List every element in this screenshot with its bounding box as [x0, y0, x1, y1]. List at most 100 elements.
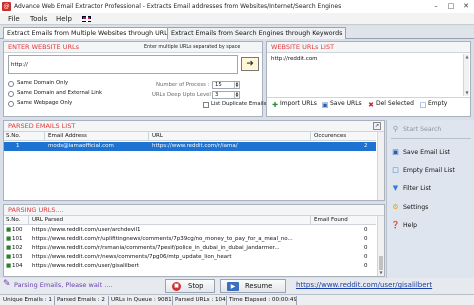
- app-icon: @: [2, 2, 11, 11]
- urls-listbox[interactable]: http://reddit.com: [269, 54, 462, 96]
- scroll-down-icon[interactable]: ▼: [378, 270, 384, 276]
- radio-same-webpage[interactable]: [8, 101, 14, 107]
- row-sno: 101: [12, 236, 23, 242]
- current-url-link[interactable]: https://www.reddit.com/user/gisalilbert: [296, 281, 432, 289]
- col-sno[interactable]: S.No.: [6, 216, 20, 224]
- table-row[interactable]: ■ 103 https://www.reddit.com/r/news/comm…: [4, 253, 376, 262]
- row-found: 0: [364, 254, 368, 260]
- list-item[interactable]: http://reddit.com: [271, 55, 318, 63]
- row-found: 0: [364, 227, 368, 233]
- settings-button[interactable]: ⚙ Settings: [389, 200, 473, 215]
- process-label: Number of Process :: [156, 82, 210, 88]
- minimize-icon[interactable]: –: [430, 1, 442, 11]
- window-title: Advance Web Email Extractor Professional…: [14, 3, 342, 10]
- spinner-arrows-icon[interactable]: ▲ ▼: [234, 91, 239, 98]
- row-sno: 1: [16, 143, 20, 149]
- help-icon: ❓: [391, 221, 400, 229]
- scroll-up-icon[interactable]: ▲: [464, 54, 470, 60]
- action-sidebar: ⚲ Start Search ▣ Save Email List □ Empty…: [386, 120, 474, 292]
- radio-same-domain-external[interactable]: [8, 91, 14, 97]
- row-found: 0: [364, 245, 368, 251]
- spinner-arrows-icon[interactable]: ▲ ▼: [234, 81, 239, 88]
- table-row[interactable]: ■ 101 https://www.reddit.com/r/uplifitin…: [4, 235, 376, 244]
- row-status-icon: ■: [6, 236, 12, 242]
- empty-icon: □: [419, 101, 427, 109]
- table-row[interactable]: ■ 102 https://www.reddit.com/r/rsmania/c…: [4, 244, 376, 253]
- row-url: https://www.reddit.com/user/gisalilbert: [32, 263, 139, 269]
- scroll-down-icon[interactable]: ▼: [464, 90, 470, 96]
- col-url-parsed[interactable]: URL Parsed: [32, 216, 63, 224]
- empty-email-list-button[interactable]: □ Empty Email List: [389, 163, 473, 178]
- parsing-urls-scrollbar[interactable]: ▼: [377, 216, 384, 276]
- arrow-right-icon[interactable]: ➜: [241, 57, 259, 71]
- col-occurences[interactable]: Occurences: [314, 132, 346, 140]
- urls-list-panel: WEBSITE URLs LIST http://reddit.com ▲ ▼ …: [266, 41, 471, 117]
- search-icon: ⚲: [392, 125, 399, 133]
- list-duplicate-checkbox[interactable]: [203, 102, 209, 108]
- table-row[interactable]: 1 mods@iamaofficial.com https://www.redd…: [4, 142, 376, 151]
- table-row[interactable]: ■ 100 https://www.reddit.com/user/archde…: [4, 226, 376, 235]
- delete-icon: ✖: [368, 101, 374, 109]
- row-sno: 104: [12, 263, 23, 269]
- col-sno[interactable]: S.No.: [6, 132, 20, 140]
- stop-button[interactable]: ■ Stop: [165, 279, 215, 293]
- col-separator: [310, 132, 311, 141]
- col-url[interactable]: URL: [152, 132, 163, 140]
- menu-tools[interactable]: Tools: [30, 14, 47, 24]
- resume-button[interactable]: ▶ Resume: [220, 279, 286, 293]
- uk-flag-icon[interactable]: [82, 16, 91, 22]
- divider: [391, 138, 471, 139]
- process-value: 15: [215, 82, 222, 88]
- maximize-icon[interactable]: □: [445, 1, 457, 11]
- save-email-list-button[interactable]: ▣ Save Email List: [389, 145, 473, 160]
- col-email-found[interactable]: Email Found: [314, 216, 348, 224]
- row-status-icon: ■: [6, 245, 12, 251]
- import-urls-button[interactable]: ✚ Import URLs: [271, 100, 317, 109]
- status-separator: [172, 296, 173, 305]
- menu-help[interactable]: Help: [56, 14, 72, 24]
- empty-urls-button[interactable]: □ Empty: [419, 100, 448, 109]
- row-sno: 100: [12, 227, 23, 233]
- row-sno: 103: [12, 254, 23, 260]
- row-url: https://www.reddit.com/r/uplifitingnews/…: [32, 236, 293, 242]
- menu-file[interactable]: File: [8, 14, 20, 24]
- status-separator: [226, 296, 227, 305]
- col-email[interactable]: Email Address: [48, 132, 87, 140]
- row-found: 0: [364, 263, 368, 269]
- scroll-thumb[interactable]: [379, 256, 383, 270]
- start-search-button[interactable]: ⚲ Start Search: [389, 122, 473, 137]
- pen-icon: ✎: [3, 279, 11, 289]
- parsed-urls-count: Parsed URLs : 104: [175, 297, 226, 303]
- row-count: 2: [364, 143, 368, 149]
- del-selected-button[interactable]: ✖ Del Selected: [367, 100, 414, 109]
- table-row[interactable]: ■ 104 https://www.reddit.com/user/gisali…: [4, 262, 376, 271]
- status-bar: Unique Emails : 1 Parsed Emails : 2 URLs…: [0, 294, 474, 305]
- unique-emails-count: Unique Emails : 1: [3, 297, 52, 303]
- process-spinner[interactable]: 15 ▲ ▼: [212, 81, 240, 89]
- gear-icon: ⚙: [392, 203, 399, 211]
- filter-list-button[interactable]: ▼ Filter List: [389, 181, 473, 196]
- row-url: https://www.reddit.com/user/archdevil1: [32, 227, 141, 233]
- col-separator: [148, 132, 149, 141]
- depth-label: URLs Deep Upto Level :: [152, 92, 215, 98]
- tab-search-engines[interactable]: Extract Emails from Search Engines throu…: [167, 27, 347, 39]
- tab-websites[interactable]: Extract Emails from Multiple Websites th…: [3, 27, 175, 39]
- col-separator: [310, 216, 311, 225]
- import-icon: ✚: [272, 101, 278, 109]
- parsed-emails-scrollbar[interactable]: [377, 132, 384, 200]
- parsed-emails-panel: PARSED EMAILS LIST ↗ S.No. Email Address…: [3, 120, 385, 201]
- url-input[interactable]: [8, 55, 238, 74]
- parsed-emails-header: PARSED EMAILS LIST: [4, 121, 384, 132]
- export-icon[interactable]: ↗: [373, 122, 381, 130]
- help-button[interactable]: ❓ Help: [389, 218, 473, 233]
- status-message: Parsing Emails, Please wait ....: [14, 281, 113, 289]
- save-urls-button[interactable]: ▣ Save URLs: [321, 100, 362, 109]
- urls-scrollbar[interactable]: ▲ ▼: [463, 54, 469, 96]
- status-separator: [296, 296, 297, 305]
- close-icon[interactable]: ✕: [460, 1, 472, 11]
- start-search-label: Start Search: [403, 126, 442, 133]
- depth-spinner[interactable]: 3 ▲ ▼: [212, 91, 240, 99]
- radio-same-domain[interactable]: [8, 81, 14, 87]
- row-status-icon: ■: [6, 263, 12, 269]
- list-duplicate-label: List Duplicate Emails: [211, 101, 267, 107]
